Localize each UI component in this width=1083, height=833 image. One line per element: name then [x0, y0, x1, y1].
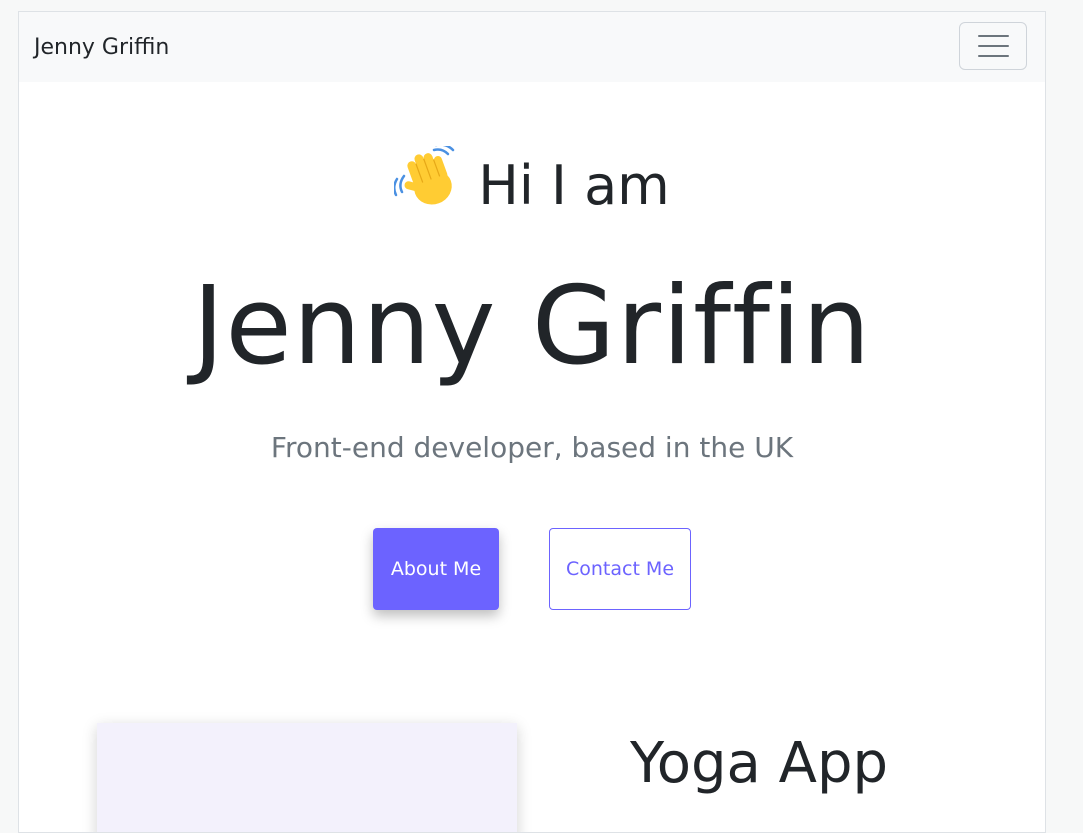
project-title: Yoga App: [629, 731, 889, 796]
about-me-button[interactable]: About Me: [373, 528, 499, 610]
hamburger-menu-icon: [978, 35, 1009, 57]
waving-hand-icon: [394, 146, 455, 205]
project-image-card: [97, 723, 517, 832]
hero-tagline: Front-end developer, based in the UK: [270, 431, 794, 464]
navbar-brand[interactable]: Jenny Griffin: [34, 34, 169, 62]
hero-greeting: Hi I am: [19, 146, 1045, 219]
contact-me-button[interactable]: Contact Me: [549, 528, 691, 610]
page-container: Jenny Griffin Hi I am Jenny Griffin Fron…: [18, 11, 1046, 833]
hero-greeting-text: Hi I am: [478, 154, 670, 217]
navbar-toggler-button[interactable]: [959, 22, 1027, 70]
hero-name: Jenny Griffin: [192, 264, 872, 389]
navbar: Jenny Griffin: [19, 12, 1045, 82]
